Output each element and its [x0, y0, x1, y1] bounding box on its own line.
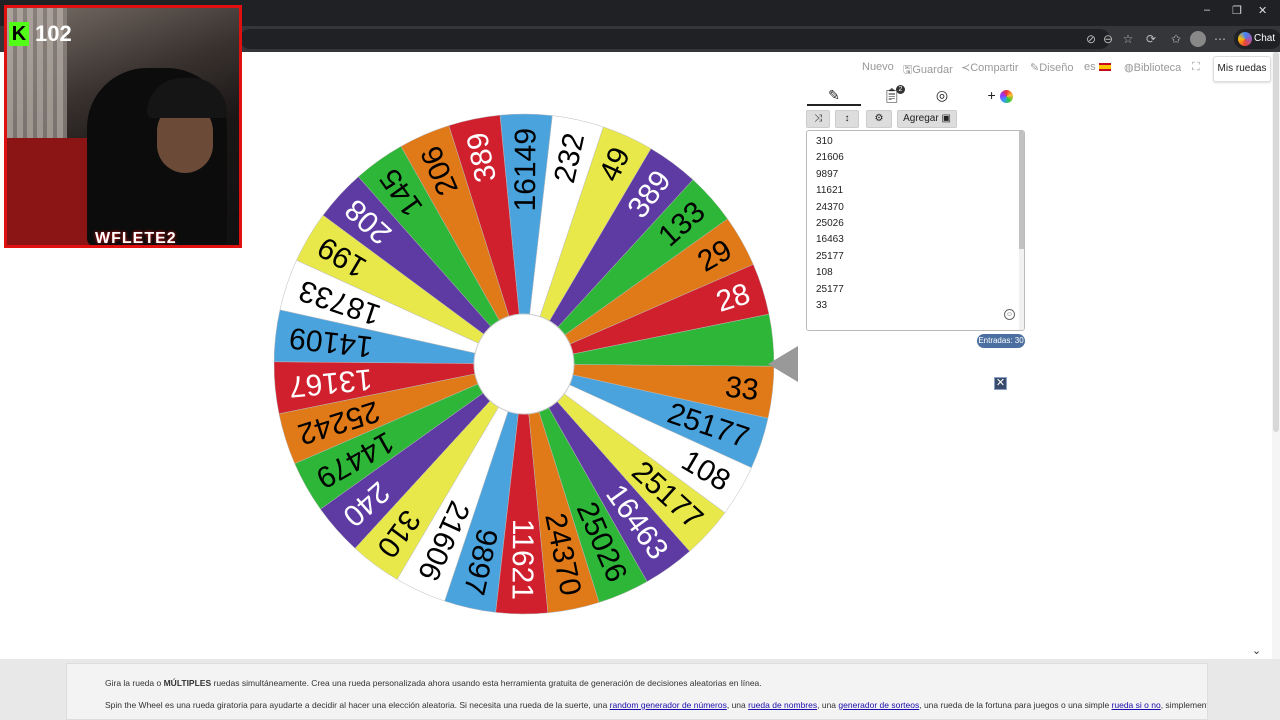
chevron-down-icon[interactable]: ⌄ [1252, 644, 1261, 657]
entry-line: 24370 [816, 201, 844, 213]
agregar-image-button[interactable]: Agregar ▣ [897, 110, 957, 128]
spain-flag-icon [1098, 63, 1111, 72]
address-bar[interactable] [240, 29, 1110, 49]
entries-scrollbar[interactable] [1019, 131, 1024, 330]
entry-line: 11621 [816, 185, 844, 197]
entry-line: 16463 [816, 234, 844, 246]
wheel-canvas[interactable]: 2829133389492321614938920614520819918733… [273, 102, 798, 626]
close-window-button[interactable]: ✕ [1258, 4, 1267, 17]
image-icon: ▣ [941, 113, 951, 124]
nav-language[interactable]: es [1084, 61, 1111, 77]
close-ad-button[interactable]: ✕ [994, 377, 1007, 390]
minimize-button[interactable]: – [1204, 4, 1210, 16]
entries-count-badge: Entradas: 30 [977, 334, 1025, 348]
entries-scroll-thumb[interactable] [1019, 131, 1024, 249]
page-scroll-thumb[interactable] [1273, 52, 1279, 432]
entries-textarea[interactable]: 310 21606 9897 11621 24370 25026 16463 25177 108… [806, 130, 1025, 331]
shuffle-icon: ⤨ [814, 113, 822, 124]
stream-brand-logo: WFLETE2 [95, 230, 177, 247]
link-yes-no[interactable]: rueda si o no [1112, 700, 1161, 710]
settings-button[interactable]: ⚙ [866, 110, 892, 128]
save-icon: 🖫 [903, 64, 913, 76]
wheel-segment-label: 11621 [505, 519, 539, 600]
wheel-segment-label: 33 [723, 371, 760, 408]
pencil-icon: ✎ [828, 87, 840, 103]
results-count-badge: 2 [896, 85, 905, 94]
gear-icon: ⚙ [874, 113, 884, 124]
globe-icon: ◍ [1124, 62, 1134, 74]
entry-line: 25026 [816, 217, 844, 229]
extensions-icon[interactable]: ⟳ [1143, 31, 1159, 47]
nav-diseno[interactable]: ✎Diseño [1030, 61, 1073, 77]
wheel-segment-label: 16149 [509, 128, 543, 212]
more-menu-icon[interactable]: ⋯ [1212, 31, 1228, 47]
kick-logo-icon: K [9, 22, 29, 46]
sort-icon: ↕ [844, 113, 850, 124]
color-palette-icon [999, 89, 1013, 103]
entry-line: 25177 [816, 283, 844, 295]
favorites-icon[interactable]: ✩ [1168, 31, 1184, 47]
entry-line: 33 [816, 299, 828, 311]
description-line-1: Gira la rueda o MÚLTIPLES ruedas simultá… [105, 678, 762, 688]
link-random-numbers[interactable]: random generador de números [610, 700, 727, 710]
shuffle-button[interactable]: ⤨ [806, 110, 830, 128]
nav-biblioteca[interactable]: ◍Biblioteca [1124, 61, 1181, 77]
entry-line: 108 [816, 267, 833, 279]
nav-guardar[interactable]: 🖫Guardar [903, 61, 953, 77]
mis-ruedas-button[interactable]: Mis ruedas [1213, 56, 1271, 82]
entry-line: 25177 [816, 250, 844, 262]
description-box: Gira la rueda o MÚLTIPLES ruedas simultá… [66, 663, 1208, 720]
eye-off-icon: ◎ [935, 87, 949, 103]
fullscreen-icon[interactable]: ⛶ [1192, 61, 1200, 77]
entry-line: 310 [816, 136, 833, 147]
nav-nuevo[interactable]: Nuevo [862, 61, 894, 77]
panel-tabs: ✎ 📋︎ 2 ◎ + [807, 84, 1025, 106]
viewer-count: 102 [35, 21, 72, 46]
page-scrollbar[interactable] [1272, 52, 1280, 659]
tab-entries-edit[interactable]: ✎ [807, 84, 861, 106]
link-name-wheel[interactable]: rueda de nombres [748, 700, 817, 710]
share-icon: ≺ [961, 62, 971, 74]
plus-icon: + [987, 87, 996, 103]
description-line-2: Spin the Wheel es una rueda giratoria pa… [105, 700, 1207, 710]
copilot-icon [1238, 32, 1252, 46]
link-raffle[interactable]: generador de sorteos [838, 700, 919, 710]
tab-hide[interactable]: ◎ [931, 84, 953, 106]
spin-wheel[interactable]: 28 29 133 389 49 232 16149 389 206 145 208 199 18733… [273, 102, 798, 626]
zoom-icon[interactable]: ⊖ [1100, 31, 1116, 47]
profile-avatar[interactable] [1190, 31, 1206, 47]
sort-button[interactable]: ↕ [835, 110, 859, 128]
chat-button[interactable]: Chat [1234, 29, 1280, 49]
wheel-center-hub[interactable] [473, 313, 575, 415]
webcam-overlay: K 102 WFLETE2 [4, 5, 242, 248]
tab-add-wheel[interactable]: + [983, 84, 1017, 106]
emoji-icon[interactable]: ☺ [1004, 309, 1015, 320]
wheel-pointer-arrow [768, 346, 798, 382]
brush-icon: ✎ [1030, 62, 1040, 74]
bookmark-star-icon[interactable]: ☆ [1120, 31, 1136, 47]
red-sofa [7, 138, 97, 245]
entries-list: 310 21606 9897 11621 24370 25026 16463 25177 108… [807, 131, 1024, 314]
entry-line: 9897 [816, 168, 839, 180]
nav-compartir[interactable]: ≺Compartir [961, 61, 1019, 77]
translate-icon[interactable]: ⊘ [1083, 31, 1099, 47]
maximize-button[interactable]: ❐ [1232, 4, 1242, 17]
entry-line: 21606 [816, 152, 844, 164]
